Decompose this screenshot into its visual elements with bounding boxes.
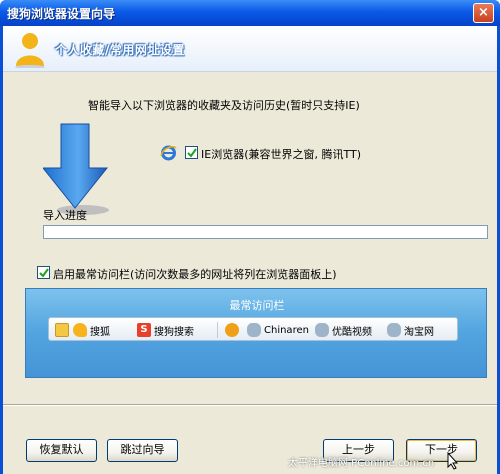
ie-import-label: IE浏览器(兼容世界之窗, 腾讯TT) (201, 148, 362, 161)
sohu-icon (73, 323, 87, 337)
frequent-bar-label: 启用最常访问栏(访问次数最多的网址将列在浏览器面板上) (53, 268, 337, 281)
paw-icon (315, 323, 329, 337)
title-bar[interactable]: 搜狗浏览器设置向导 × (0, 0, 500, 26)
frequent-bar: 搜狐 S 搜狗搜索 Chinaren 优酷视频 淘宝网 (48, 317, 458, 341)
window-title: 搜狗浏览器设置向导 (7, 7, 116, 21)
frequent-item-chinaren-link: Chinaren (247, 322, 309, 338)
skip-wizard-button[interactable]: 跳过向导 (107, 439, 178, 462)
wizard-window: 搜狗浏览器设置向导 × 个人收藏/常用网址设置 智能导入以下浏览器的收藏夹及访问… (0, 0, 500, 474)
page-title: 个人收藏/常用网址设置 (55, 43, 185, 57)
preview-title: 最常访问栏 (229, 299, 285, 312)
frequent-item-chinaren (225, 322, 239, 338)
ie-import-checkbox[interactable] (185, 146, 198, 159)
frequent-item-label: 搜狐 (90, 326, 110, 338)
frequent-item-label: 淘宝网 (404, 326, 434, 338)
close-button[interactable]: × (473, 3, 494, 23)
intro-text: 智能导入以下浏览器的收藏夹及访问历史(暂时只支持IE) (88, 99, 360, 112)
divider (217, 322, 218, 338)
ie-icon (160, 145, 177, 161)
progress-label: 导入进度 (43, 209, 87, 222)
footer-divider (3, 404, 497, 406)
frequent-item-taobao: 淘宝网 (387, 322, 434, 338)
user-icon (15, 33, 45, 68)
import-arrow-icon (43, 123, 109, 215)
frequent-item-label: Chinaren (264, 324, 309, 336)
frequent-item-sogou: S 搜狗搜索 (137, 322, 194, 338)
paw-icon (247, 323, 261, 337)
frequent-bar-preview: 最常访问栏 搜狐 S 搜狗搜索 Chinaren 优酷视频 淘宝网 (25, 288, 487, 378)
frequent-item-label: 搜狗搜索 (154, 326, 194, 338)
close-icon: × (478, 5, 489, 20)
check-icon (39, 268, 49, 278)
frequent-item-sohu: 搜狐 (73, 322, 110, 338)
frequent-item-youku: 优酷视频 (315, 322, 372, 338)
frequent-bar-checkbox[interactable] (37, 266, 50, 279)
sogou-icon: S (137, 323, 151, 337)
restore-default-button[interactable]: 恢复默认 (26, 439, 97, 462)
frequent-item-label: 优酷视频 (332, 326, 372, 338)
watermark: 太平洋电脑网 PConline.com.cn (288, 458, 435, 469)
chinaren-icon (225, 323, 239, 337)
wizard-header: 个人收藏/常用网址设置 (3, 26, 497, 72)
folder-icon (55, 323, 69, 337)
frequent-item-folder (55, 322, 69, 338)
check-icon (187, 148, 197, 158)
wizard-client-area: 个人收藏/常用网址设置 智能导入以下浏览器的收藏夹及访问历史(暂时只支持IE) (3, 26, 497, 474)
paw-icon (387, 323, 401, 337)
import-progress-bar (43, 225, 488, 239)
mouse-cursor-icon (447, 452, 459, 470)
